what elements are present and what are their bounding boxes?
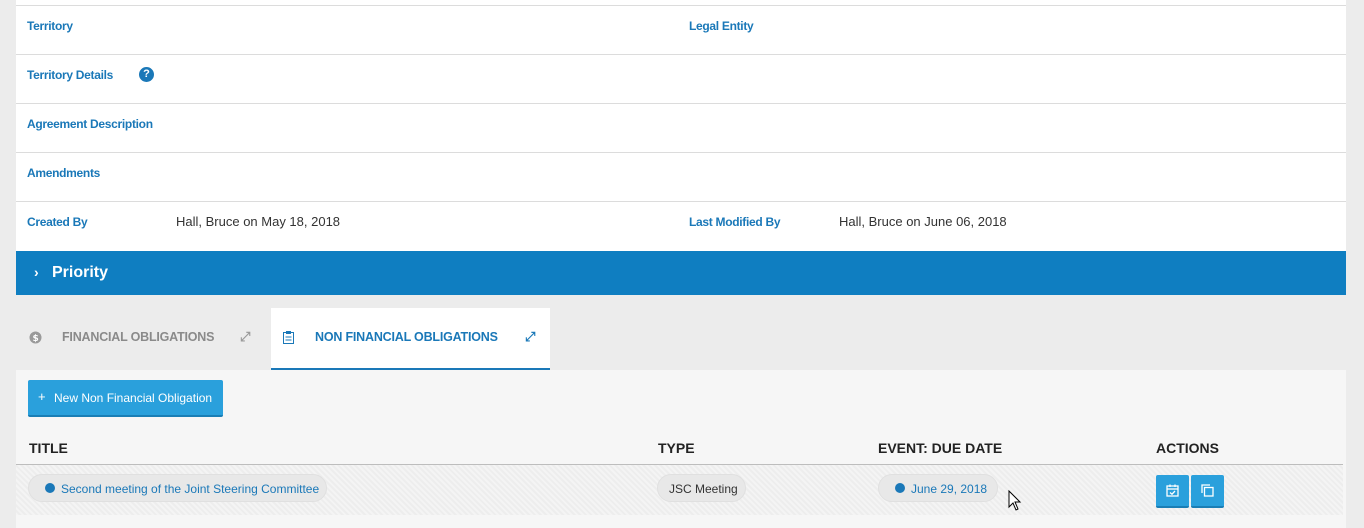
plus-icon: + xyxy=(38,389,46,404)
agreement-description-label: Agreement Description xyxy=(27,117,153,131)
territory-row: Territory Legal Entity xyxy=(16,5,1346,54)
created-modified-row: Created By Hall, Bruce on May 18, 2018 L… xyxy=(16,201,1346,250)
title-pill[interactable]: Second meeting of the Joint Steering Com… xyxy=(28,474,327,502)
type-pill: JSC Meeting xyxy=(657,474,746,502)
priority-title: Priority xyxy=(52,264,109,281)
event-status-icon xyxy=(895,483,905,493)
last-modified-label: Last Modified By xyxy=(689,215,781,229)
chevron-right-icon: › xyxy=(34,264,39,280)
calendar-check-icon xyxy=(1166,484,1179,502)
column-header-type[interactable]: TYPE xyxy=(658,440,695,456)
help-icon[interactable]: ? xyxy=(139,67,154,82)
expand-icon[interactable]: ⤢ xyxy=(525,329,535,345)
due-date-link[interactable]: June 29, 2018 xyxy=(911,482,987,496)
legal-entity-label: Legal Entity xyxy=(689,19,754,33)
tab-label: NON FINANCIAL OBLIGATIONS xyxy=(315,330,498,344)
agreement-details-panel: Territory Legal Entity Territory Details… xyxy=(16,0,1346,251)
territory-label: Territory xyxy=(27,19,73,33)
button-label: New Non Financial Obligation xyxy=(54,391,213,405)
territory-details-row: Territory Details ? xyxy=(16,54,1346,103)
mouse-cursor-icon xyxy=(1008,489,1022,517)
obligations-tabs: $ FINANCIAL OBLIGATIONS ⤢ NON FINANCIAL … xyxy=(16,308,1346,370)
svg-text:$: $ xyxy=(32,334,38,344)
amendments-label: Amendments xyxy=(27,166,101,180)
agreement-description-row: Agreement Description xyxy=(16,103,1346,152)
dollar-icon: $ xyxy=(29,331,42,347)
created-by-value: Hall, Bruce on May 18, 2018 xyxy=(176,214,341,229)
due-date-pill[interactable]: June 29, 2018 xyxy=(878,474,998,502)
clipboard-icon xyxy=(283,331,294,347)
amendments-row: Amendments xyxy=(16,152,1346,201)
tab-label: FINANCIAL OBLIGATIONS xyxy=(62,330,215,344)
column-header-due-date[interactable]: EVENT: DUE DATE xyxy=(878,440,1002,456)
copy-button[interactable] xyxy=(1191,475,1224,508)
copy-icon xyxy=(1201,484,1214,502)
created-by-label: Created By xyxy=(27,215,88,229)
last-modified-value: Hall, Bruce on June 06, 2018 xyxy=(839,214,1007,229)
obligation-title-link[interactable]: Second meeting of the Joint Steering Com… xyxy=(61,482,319,496)
obligation-type: JSC Meeting xyxy=(669,482,738,496)
expand-icon[interactable]: ⤢ xyxy=(240,329,250,345)
new-non-financial-obligation-button[interactable]: + New Non Financial Obligation xyxy=(28,380,223,417)
table-row: Second meeting of the Joint Steering Com… xyxy=(16,465,1343,515)
schedule-event-button[interactable] xyxy=(1156,475,1189,508)
non-financial-obligations-content: + New Non Financial Obligation TITLE TYP… xyxy=(16,370,1346,528)
column-header-actions: ACTIONS xyxy=(1156,440,1219,456)
territory-details-label: Territory Details xyxy=(27,68,114,82)
tab-financial-obligations[interactable]: $ FINANCIAL OBLIGATIONS ⤢ xyxy=(16,308,270,370)
column-header-title[interactable]: TITLE xyxy=(29,440,68,456)
tab-non-financial-obligations[interactable]: NON FINANCIAL OBLIGATIONS ⤢ xyxy=(271,308,550,370)
obligation-status-icon xyxy=(45,483,55,493)
priority-section-header[interactable]: › Priority xyxy=(16,251,1346,295)
